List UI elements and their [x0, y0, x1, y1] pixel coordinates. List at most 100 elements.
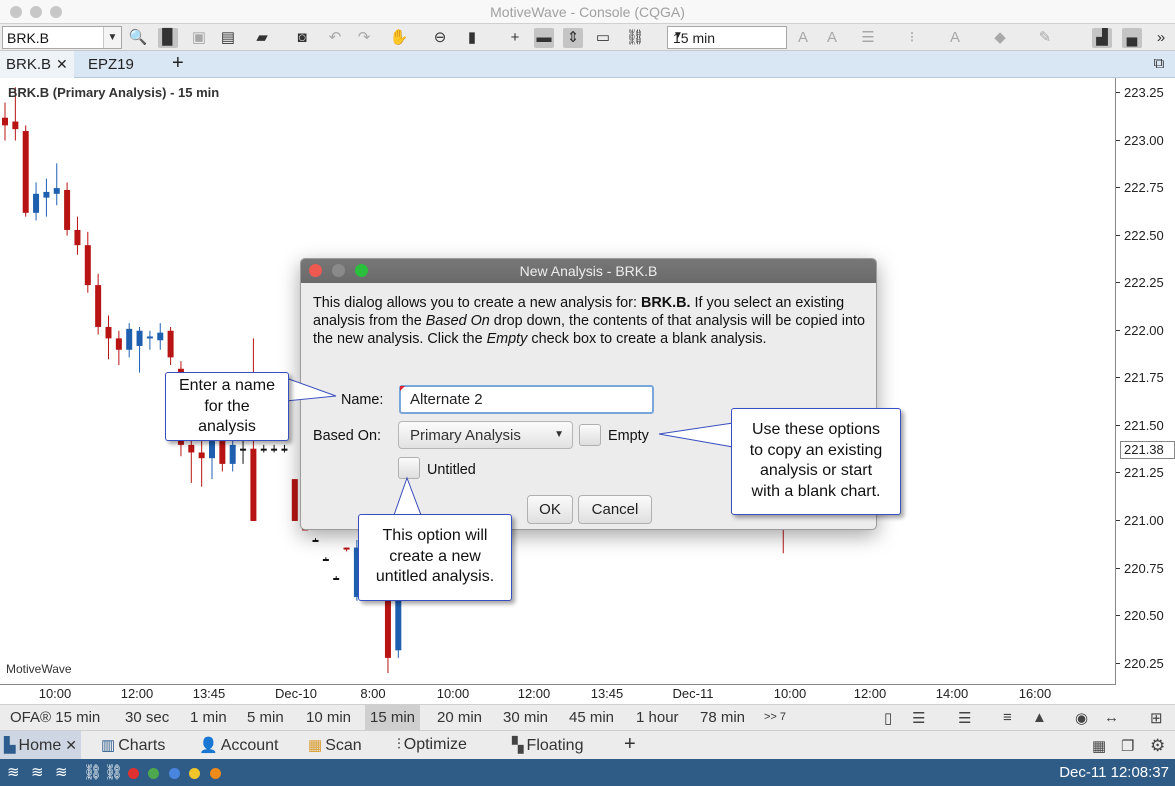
x-tick-label: 13:45 — [192, 686, 226, 701]
add-workspace-button[interactable]: + — [620, 731, 640, 759]
chevron-down-icon: ▼ — [673, 30, 683, 41]
cancel-button[interactable]: Cancel — [578, 495, 652, 524]
candle-body — [260, 448, 267, 451]
font-increase-icon[interactable]: A — [793, 28, 813, 48]
candle-body — [74, 229, 81, 246]
add-tab-button[interactable]: + — [166, 51, 190, 78]
zoom-box-icon[interactable]: ⊞ — [1150, 709, 1163, 727]
interval-select[interactable]: 15 min ▼ — [667, 26, 787, 49]
align-menu-icon[interactable]: ☰ — [958, 709, 971, 727]
chevron-down-icon: ▼ — [554, 429, 564, 440]
nav-optimize[interactable]: ⫶ Optimize — [393, 731, 471, 759]
untitled-label[interactable]: Untitled — [427, 462, 476, 478]
nav-account[interactable]: 👤 Account — [195, 731, 283, 759]
zoom-out-icon[interactable]: ⊖ — [430, 28, 450, 48]
nav-floating[interactable]: ▚ Floating — [508, 731, 587, 759]
pan-hand-icon[interactable]: ✋ — [389, 28, 409, 48]
symbol-combo[interactable]: BRK.B ▼ — [2, 26, 122, 49]
studies-icon[interactable]: ▲ — [1032, 709, 1047, 726]
undo-icon[interactable]: ↶ — [325, 28, 345, 48]
copy-icon[interactable]: ❐ — [1121, 737, 1134, 755]
scan-icon: ▦ — [308, 737, 323, 754]
interval-15-min[interactable]: 15 min — [365, 705, 421, 730]
based-on-select[interactable]: Primary Analysis ▼ — [398, 421, 573, 449]
x-tick-label: 8:00 — [360, 686, 386, 701]
more-intervals-button[interactable]: >> 7 — [759, 707, 791, 732]
interval-30-min[interactable]: 30 min — [498, 705, 553, 730]
save-as-icon[interactable]: ▤ — [218, 28, 238, 48]
close-home-icon[interactable]: ✕ — [65, 737, 77, 753]
interval-78-min[interactable]: 78 min — [695, 705, 750, 730]
nav-home[interactable]: ▙ Home ✕ — [0, 731, 81, 759]
empty-label[interactable]: Empty — [608, 428, 649, 444]
lock-scale-icon[interactable]: ▬ — [534, 28, 554, 48]
y-tick-label: 221.00 — [1116, 512, 1164, 528]
interval-1-hour[interactable]: 1 hour — [631, 705, 684, 730]
crosshair-icon[interactable]: + — [505, 28, 525, 48]
symbol-input[interactable]: BRK.B — [7, 30, 49, 46]
current-price-marker: 221.38 — [1120, 441, 1175, 459]
candle-body — [115, 338, 122, 350]
gear-icon[interactable]: ⚙ — [1150, 736, 1165, 756]
nav-label: Optimize — [403, 736, 467, 753]
font-decrease-icon[interactable]: A — [822, 28, 842, 48]
window-layout-icon[interactable]: ▄ — [1122, 28, 1142, 48]
candle-body — [53, 188, 60, 194]
price-axis[interactable]: 223.25 223.00 222.75 222.50 222.25 222.00 221.… — [1116, 78, 1175, 684]
close-tab-icon[interactable]: ✕ — [56, 56, 68, 72]
search-icon[interactable]: 🔍 — [128, 28, 148, 48]
tab-epz19[interactable]: EPZ19 — [82, 51, 140, 78]
interval-30-sec[interactable]: 30 sec — [120, 705, 174, 730]
ok-button[interactable]: OK — [527, 495, 573, 524]
name-input[interactable]: Alternate 2 — [399, 385, 654, 414]
align-left-icon[interactable]: ☰ — [912, 709, 925, 727]
candle-body — [157, 332, 164, 341]
tab-brk-b[interactable]: BRK.B ✕ — [0, 51, 74, 78]
eye-icon[interactable]: ◉ — [1075, 709, 1088, 727]
line-style-icon[interactable]: ☰ — [858, 28, 878, 48]
status-dot-red — [128, 768, 139, 779]
line-color-icon[interactable]: ✎ — [1035, 28, 1055, 48]
y-tick-label: 222.50 — [1116, 227, 1164, 243]
layout-icon[interactable]: ▦ — [1092, 737, 1106, 755]
more-tools-icon[interactable]: » — [1151, 28, 1171, 48]
fit-width-icon[interactable]: ↔ — [1104, 709, 1119, 726]
time-axis[interactable]: 10:00 12:00 13:45 Dec-10 8:00 10:00 12:00 13:45… — [0, 684, 1116, 704]
candle-body — [167, 330, 174, 358]
interval-5-min[interactable]: 5 min — [242, 705, 289, 730]
text-color-icon[interactable]: A — [945, 28, 965, 48]
new-document-icon[interactable]: ▉ — [158, 28, 178, 48]
x-tick-label: 12:00 — [120, 686, 154, 701]
y-tick-label: 220.75 — [1116, 560, 1164, 576]
y-tick-label: 221.75 — [1116, 370, 1164, 386]
candle-body — [95, 285, 102, 327]
chart-layout-icon[interactable]: ▟ — [1092, 28, 1112, 48]
empty-checkbox[interactable] — [579, 424, 601, 446]
auto-scale-icon[interactable]: ⇕ — [563, 28, 583, 48]
interval-1-min[interactable]: 1 min — [185, 705, 232, 730]
window-title: MotiveWave - Console (CQGA) — [490, 4, 685, 20]
interval-45-min[interactable]: 45 min — [564, 705, 619, 730]
save-icon[interactable]: ▣ — [189, 28, 209, 48]
camera-icon[interactable]: ◙ — [292, 28, 312, 48]
x-tick-label: 16:00 — [1018, 686, 1052, 701]
line-pattern-icon[interactable]: ⁝ — [902, 28, 922, 48]
untitled-checkbox[interactable] — [398, 457, 420, 479]
nav-scan[interactable]: ▦ Scan — [304, 731, 366, 759]
nav-charts[interactable]: ▥ Charts — [97, 731, 169, 759]
interval-20-min[interactable]: 20 min — [432, 705, 487, 730]
link-icon[interactable]: ⛓ — [625, 28, 645, 48]
candle-body — [84, 245, 91, 286]
clipboard-icon[interactable]: ▯ — [884, 709, 892, 727]
ofa-interval[interactable]: OFA® 15 min — [5, 705, 105, 730]
fill-color-icon[interactable]: ◆ — [990, 28, 1010, 48]
rectangle-icon[interactable]: ▭ — [593, 28, 613, 48]
dialog-description-segment: Based On — [425, 313, 490, 329]
list-icon[interactable]: ≡ — [1003, 709, 1012, 726]
candle-style-icon[interactable]: ▮ — [462, 28, 482, 48]
interval-10-min[interactable]: 10 min — [301, 705, 356, 730]
detach-icon[interactable]: ⧉ — [1149, 54, 1169, 74]
redo-icon[interactable]: ↷ — [354, 28, 374, 48]
chevron-down-icon[interactable]: ▼ — [103, 27, 121, 48]
open-folder-icon[interactable]: ▰ — [252, 28, 272, 48]
